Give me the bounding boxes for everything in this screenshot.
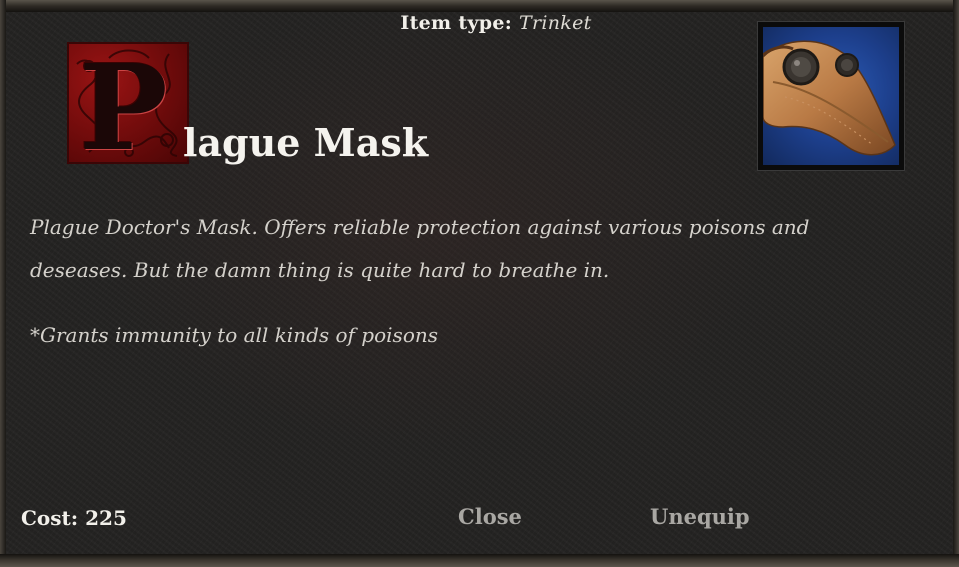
frame-right <box>953 0 959 567</box>
item-type-value: Trinket <box>519 12 592 34</box>
frame-bottom <box>0 554 959 567</box>
item-info-panel: Item type: Trinket P lague Mask Plague D… <box>0 0 959 567</box>
cost-label: Cost: <box>21 506 79 530</box>
frame-left <box>0 0 6 567</box>
frame-top <box>0 0 959 12</box>
item-effect-note: *Grants immunity to all kinds of poisons <box>30 323 438 347</box>
plague-doctor-mask-icon <box>763 40 896 156</box>
cost-value: 225 <box>85 506 127 530</box>
illuminated-dropcap: P <box>67 42 189 164</box>
item-description: Plague Doctor's Mask. Offers reliable pr… <box>30 215 810 282</box>
item-portrait <box>758 22 904 170</box>
dropcap-letter: P <box>79 42 168 164</box>
unequip-button[interactable]: Unequip <box>650 504 750 529</box>
item-title-text: lague Mask <box>183 120 429 165</box>
close-button[interactable]: Close <box>458 504 522 529</box>
item-cost: Cost: 225 <box>21 506 127 530</box>
item-type-label: Item type: <box>400 12 513 34</box>
